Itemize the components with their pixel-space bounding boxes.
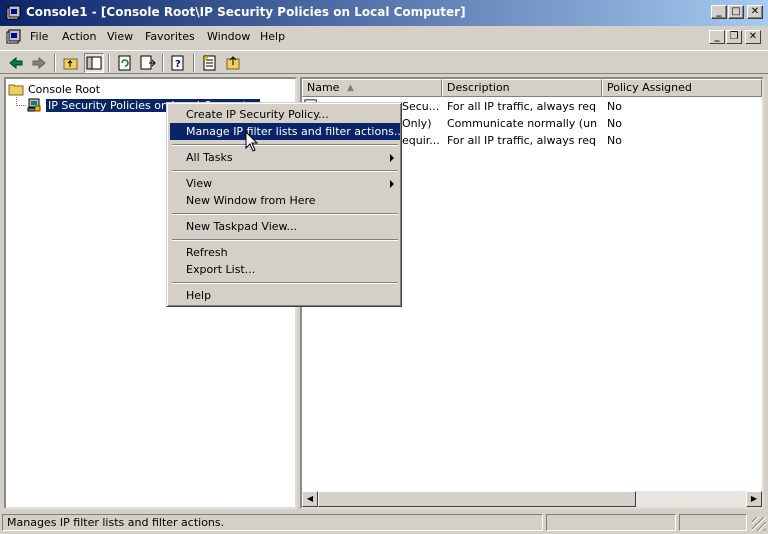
horizontal-scrollbar[interactable]: ◀ ▶ xyxy=(302,491,762,507)
refresh-icon[interactable] xyxy=(115,53,135,73)
tree-item-console-root[interactable]: Console Root xyxy=(8,81,100,97)
size-grip[interactable] xyxy=(752,517,766,531)
folder-icon xyxy=(8,84,24,96)
scroll-thumb[interactable] xyxy=(318,491,636,507)
cell-name: Secu... xyxy=(402,100,440,113)
column-header-policy-assigned[interactable]: Policy Assigned xyxy=(602,79,762,97)
scroll-right-button[interactable]: ▶ xyxy=(746,491,762,507)
child-restore-button[interactable]: ❐ xyxy=(726,30,742,44)
scroll-left-button[interactable]: ◀ xyxy=(302,491,318,507)
menu-window[interactable]: Window xyxy=(207,30,250,43)
menu-separator xyxy=(172,239,398,241)
context-menu: Create IP Security Policy... Manage IP f… xyxy=(166,102,404,307)
tree-item-label: Console Root xyxy=(28,82,101,96)
title-bar: Console1 - [Console Root\IP Security Pol… xyxy=(0,0,768,26)
column-header-name[interactable]: Name ▲ xyxy=(302,79,442,97)
manage-filters-icon[interactable] xyxy=(200,53,220,73)
maximize-button[interactable]: □ xyxy=(728,5,744,19)
cell-description: For all IP traffic, always req... xyxy=(447,100,597,113)
menu-separator xyxy=(172,144,398,146)
up-one-level-icon[interactable] xyxy=(61,53,81,73)
ip-security-icon xyxy=(27,98,41,112)
status-pane-3 xyxy=(679,514,747,531)
menu-view[interactable]: View xyxy=(107,30,133,43)
sort-ascending-icon: ▲ xyxy=(347,83,354,93)
show-hide-console-tree-icon[interactable] xyxy=(84,53,104,73)
close-button[interactable]: ✕ xyxy=(747,5,763,19)
submenu-arrow-icon xyxy=(390,180,394,188)
menu-separator xyxy=(172,282,398,284)
window-title: Console1 - [Console Root\IP Security Pol… xyxy=(26,5,466,19)
mmc-app-icon[interactable] xyxy=(6,5,22,21)
menu-item-new-window[interactable]: New Window from Here xyxy=(170,192,400,209)
cell-policy-assigned: No xyxy=(607,134,622,147)
menu-item-view[interactable]: View xyxy=(170,175,400,192)
cell-description: Communicate normally (uns... xyxy=(447,117,597,130)
toolbar-separator xyxy=(162,54,164,72)
menu-item-export-list[interactable]: Export List... xyxy=(170,261,400,278)
export-list-icon[interactable] xyxy=(138,53,158,73)
cell-description: For all IP traffic, always req... xyxy=(447,134,597,147)
menu-action[interactable]: Action xyxy=(62,30,96,43)
menu-bar: File Action View Favorites Window Help _… xyxy=(0,26,768,48)
menu-item-manage-ip-filter-lists[interactable]: Manage IP filter lists and filter action… xyxy=(170,123,404,140)
menu-item-refresh[interactable]: Refresh xyxy=(170,244,400,261)
svg-text:?: ? xyxy=(175,59,181,70)
mouse-pointer-icon xyxy=(245,131,259,152)
forward-icon[interactable] xyxy=(29,53,49,73)
toolbar: ? xyxy=(0,50,768,74)
child-minimize-button[interactable]: _ xyxy=(709,30,725,44)
cell-name: Only) xyxy=(402,117,432,130)
help-icon[interactable]: ? xyxy=(169,53,189,73)
toolbar-separator xyxy=(54,54,56,72)
minimize-button[interactable]: _ xyxy=(711,5,727,19)
toolbar-separator xyxy=(193,54,195,72)
cell-policy-assigned: No xyxy=(607,100,622,113)
tree-connector xyxy=(16,97,26,106)
cell-policy-assigned: No xyxy=(607,117,622,130)
menu-item-new-taskpad-view[interactable]: New Taskpad View... xyxy=(170,218,400,235)
back-icon[interactable] xyxy=(6,53,26,73)
assign-icon[interactable] xyxy=(223,53,243,73)
menu-item-create-ip-security-policy[interactable]: Create IP Security Policy... xyxy=(170,106,400,123)
console-icon[interactable] xyxy=(6,29,22,45)
menu-help[interactable]: Help xyxy=(260,30,285,43)
toolbar-separator xyxy=(108,54,110,72)
menu-separator xyxy=(172,170,398,172)
menu-file[interactable]: File xyxy=(30,30,48,43)
menu-separator xyxy=(172,213,398,215)
column-header-description[interactable]: Description xyxy=(442,79,602,97)
menu-favorites[interactable]: Favorites xyxy=(145,30,195,43)
submenu-arrow-icon xyxy=(390,154,394,162)
status-text: Manages IP filter lists and filter actio… xyxy=(2,514,543,531)
menu-item-help[interactable]: Help xyxy=(170,287,400,304)
menu-item-all-tasks[interactable]: All Tasks xyxy=(170,149,400,166)
status-pane-2 xyxy=(546,514,676,531)
child-close-button[interactable]: ✕ xyxy=(745,30,761,44)
cell-name: equir... xyxy=(402,134,440,147)
status-bar: Manages IP filter lists and filter actio… xyxy=(0,512,768,534)
